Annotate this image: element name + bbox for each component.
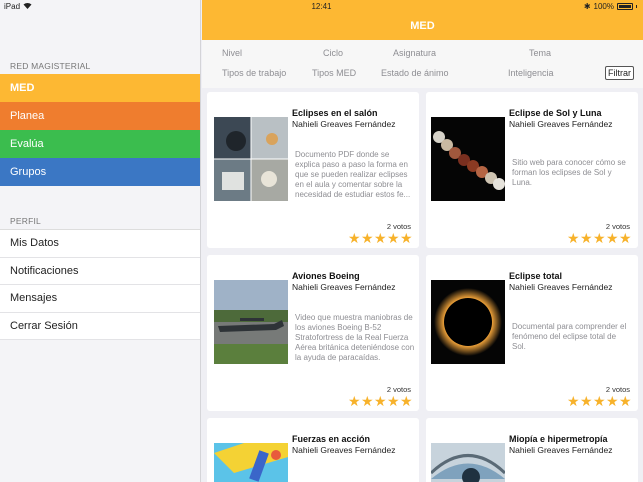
card-title: Eclipses en el salón	[292, 108, 378, 118]
star-icon[interactable]: ★	[593, 394, 606, 408]
star-icon[interactable]: ★	[348, 394, 361, 408]
card-description: Documento PDF donde se explica paso a pa…	[295, 150, 411, 199]
star-icon[interactable]: ★	[606, 231, 619, 245]
card-author: Nahieli Greaves Fernández	[292, 445, 396, 455]
resource-card[interactable]: Miopía e hipermetropía Nahieli Greaves F…	[426, 418, 638, 482]
sidebar-item-planea[interactable]: Planea	[0, 102, 200, 130]
resource-card[interactable]: Fuerzas en acción Nahieli Greaves Fernán…	[207, 418, 419, 482]
bluetooth-icon: ✱	[583, 2, 591, 11]
rating-stars[interactable]: ★ ★ ★ ★ ★	[567, 394, 632, 408]
sidebar-item-grupos[interactable]: Grupos	[0, 158, 200, 186]
section-perfil: PERFIL	[10, 216, 41, 226]
profile-list: Mis Datos Notificaciones Mensajes Cerrar…	[0, 229, 200, 340]
resource-card[interactable]: Aviones Boeing Nahieli Greaves Fernández…	[207, 255, 419, 411]
star-icon[interactable]: ★	[400, 394, 413, 408]
star-icon[interactable]: ★	[606, 394, 619, 408]
card-author: Nahieli Greaves Fernández	[509, 119, 613, 129]
classroom-photo	[214, 117, 288, 201]
filtrar-button[interactable]: Filtrar	[605, 66, 634, 80]
star-icon[interactable]: ★	[593, 231, 606, 245]
star-icon[interactable]: ★	[387, 394, 400, 408]
filter-tipos-de-trabajo[interactable]: Tipos de trabajo	[222, 68, 286, 78]
forces-illustration	[214, 443, 288, 482]
star-icon[interactable]: ★	[619, 231, 632, 245]
filter-asignatura[interactable]: Asignatura	[393, 48, 436, 58]
sidebar-item-mis-datos[interactable]: Mis Datos	[0, 230, 200, 258]
rating-stars[interactable]: ★ ★ ★ ★ ★	[348, 231, 413, 245]
card-title: Miopía e hipermetropía	[509, 434, 608, 444]
page-title: MED	[410, 20, 435, 32]
status-right: ✱ 100%	[584, 2, 637, 11]
star-icon[interactable]: ★	[580, 394, 593, 408]
sidebar-item-cerrar-sesion[interactable]: Cerrar Sesión	[0, 313, 200, 340]
star-icon[interactable]: ★	[374, 394, 387, 408]
filter-tipos-med[interactable]: Tipos MED	[312, 68, 356, 78]
rating-stars[interactable]: ★ ★ ★ ★ ★	[567, 231, 632, 245]
filter-inteligencia[interactable]: Inteligencia	[508, 68, 554, 78]
resource-card[interactable]: Eclipses en el salón Nahieli Greaves Fer…	[207, 92, 419, 248]
star-icon[interactable]: ★	[567, 231, 580, 245]
sidebar-item-mensajes[interactable]: Mensajes	[0, 285, 200, 313]
star-icon[interactable]: ★	[348, 231, 361, 245]
filter-tema[interactable]: Tema	[529, 48, 551, 58]
card-title: Fuerzas en acción	[292, 434, 371, 444]
sidebar-item-med[interactable]: MED	[0, 74, 200, 102]
card-description: Documental para comprender el fenómeno d…	[512, 322, 627, 351]
lunar-eclipse-sequence	[431, 117, 505, 201]
sidebar: RED MAGISTERIAL MED Planea Evalúa Grupos…	[0, 0, 201, 482]
card-description: Video que muestra maniobras de los avion…	[295, 313, 415, 362]
card-author: Nahieli Greaves Fernández	[509, 445, 613, 455]
status-bar: iPad 12:41 ✱ 100%	[0, 0, 643, 14]
status-time: 12:41	[311, 2, 332, 11]
star-icon[interactable]: ★	[361, 394, 374, 408]
star-icon[interactable]: ★	[361, 231, 374, 245]
filter-nivel[interactable]: Nivel	[222, 48, 242, 58]
card-author: Nahieli Greaves Fernández	[292, 282, 396, 292]
sidebar-item-evalua[interactable]: Evalúa	[0, 130, 200, 158]
star-icon[interactable]: ★	[567, 394, 580, 408]
section-red-magisterial: RED MAGISTERIAL	[10, 61, 91, 71]
card-author: Nahieli Greaves Fernández	[509, 282, 613, 292]
sidebar-item-notificaciones[interactable]: Notificaciones	[0, 258, 200, 285]
resource-card[interactable]: Eclipse total Nahieli Greaves Fernández …	[426, 255, 638, 411]
star-icon[interactable]: ★	[400, 231, 413, 245]
battery-percent: 100%	[593, 2, 614, 11]
filter-estado-de-animo[interactable]: Estado de ánimo	[381, 68, 449, 78]
star-icon[interactable]: ★	[619, 394, 632, 408]
star-icon[interactable]: ★	[387, 231, 400, 245]
card-title: Aviones Boeing	[292, 271, 360, 281]
battery-icon	[617, 3, 633, 10]
card-description: Sitio web para conocer cómo se forman lo…	[512, 158, 626, 187]
card-author: Nahieli Greaves Fernández	[292, 119, 396, 129]
eye-closeup-photo	[431, 443, 505, 482]
airplane-photo	[214, 280, 288, 364]
filter-ciclo[interactable]: Ciclo	[323, 48, 343, 58]
total-eclipse-photo	[431, 280, 505, 364]
rating-stars[interactable]: ★ ★ ★ ★ ★	[348, 394, 413, 408]
resource-card[interactable]: Eclipse de Sol y Luna Nahieli Greaves Fe…	[426, 92, 638, 248]
card-title: Eclipse total	[509, 271, 563, 281]
card-title: Eclipse de Sol y Luna	[509, 108, 602, 118]
star-icon[interactable]: ★	[580, 231, 593, 245]
star-icon[interactable]: ★	[374, 231, 387, 245]
